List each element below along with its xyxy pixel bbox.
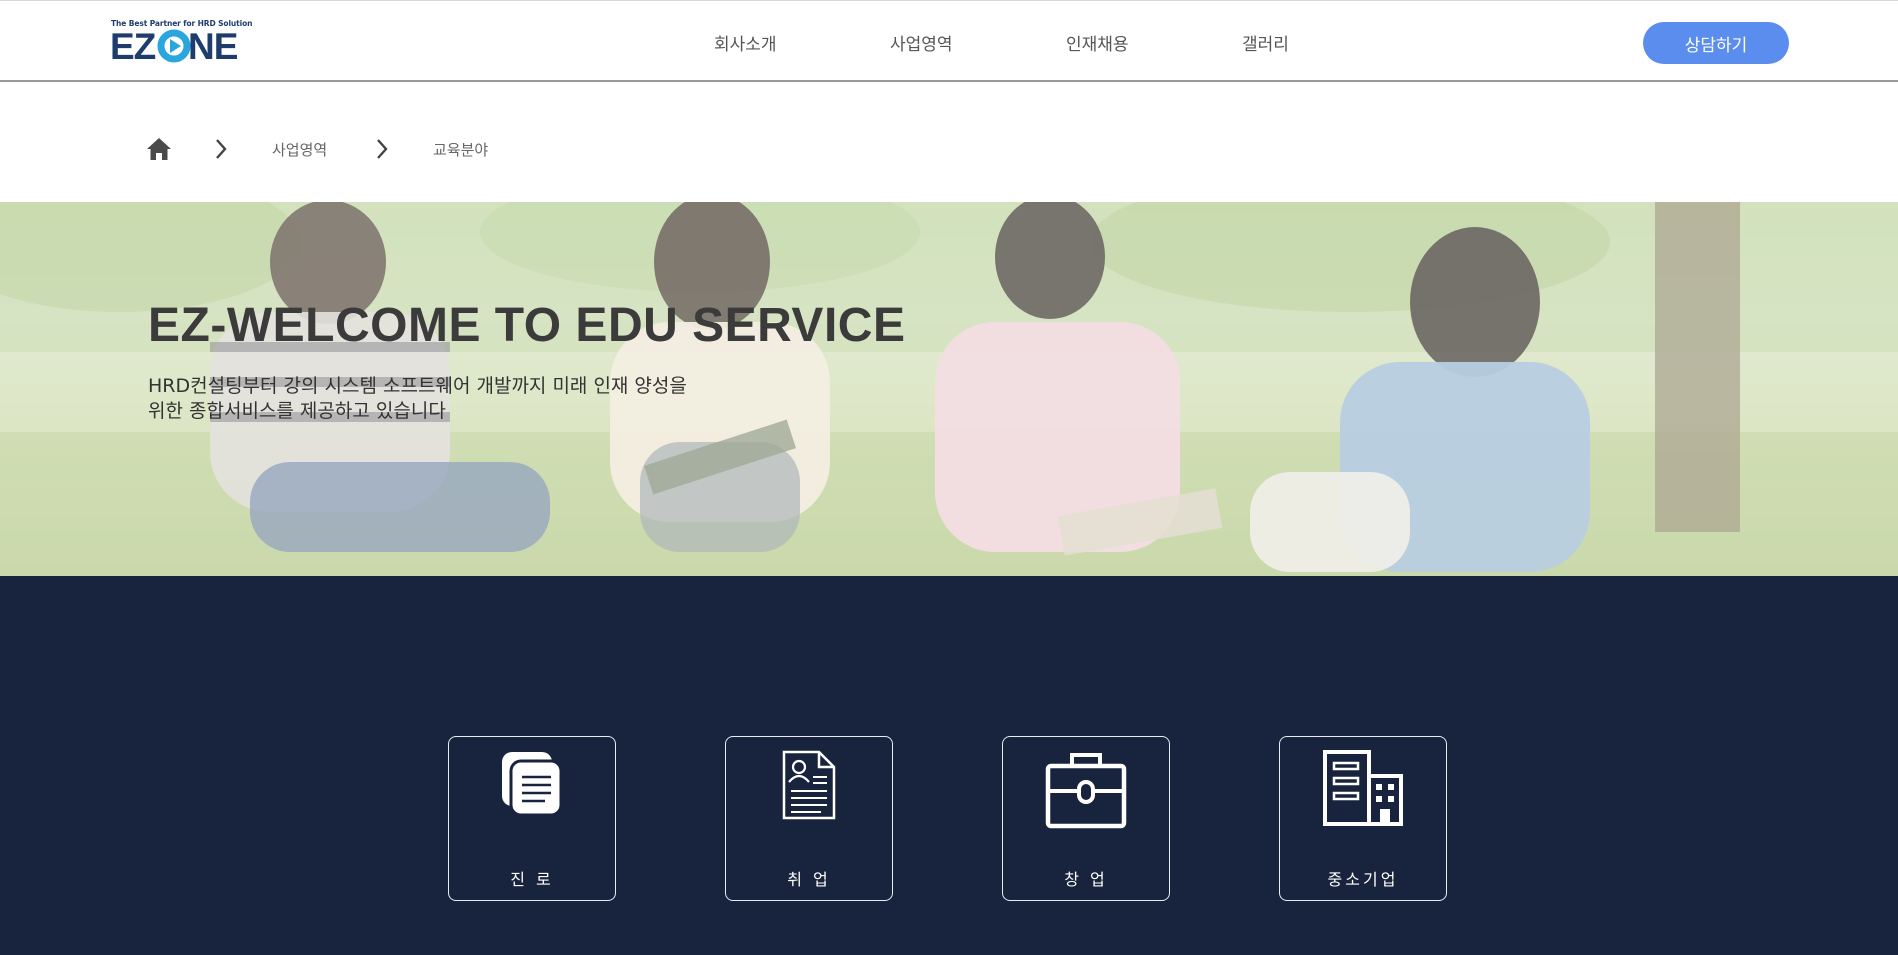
- site-header: The Best Partner for HRD Solution EZ NE …: [0, 0, 1898, 82]
- chevron-right-icon: [216, 139, 227, 159]
- chevron-right-icon: [377, 139, 388, 159]
- breadcrumb-item-education[interactable]: 교육분야: [433, 139, 488, 160]
- service-label: 취 업: [787, 870, 831, 889]
- breadcrumb-item-business[interactable]: 사업영역: [272, 139, 327, 160]
- logo-tagline: The Best Partner for HRD Solution: [111, 19, 253, 28]
- svg-text:NE: NE: [188, 29, 238, 63]
- svg-text:EZ: EZ: [110, 29, 156, 63]
- ezone-logo[interactable]: The Best Partner for HRD Solution EZ NE: [110, 19, 253, 65]
- service-card-startup[interactable]: 창 업: [1002, 736, 1170, 901]
- nav-gallery[interactable]: 갤러리: [1242, 30, 1289, 55]
- home-icon[interactable]: [146, 137, 172, 161]
- hero-description-line: HRD컨설팅부터 강의 시스템 소프트웨어 개발까지 미래 인재 양성을: [148, 375, 687, 397]
- logo-wordmark: EZ NE: [110, 29, 239, 63]
- buildings-icon: [1323, 750, 1403, 826]
- briefcase-icon: [1045, 753, 1127, 829]
- nav-business[interactable]: 사업영역: [890, 30, 953, 55]
- nav-recruit[interactable]: 인재채용: [1066, 30, 1129, 55]
- hero-description-line: 위한 종합서비스를 제공하고 있습니다: [148, 400, 446, 422]
- service-label: 창 업: [1064, 870, 1108, 889]
- resume-icon: [782, 750, 836, 820]
- breadcrumb: 사업영역 교육분야: [0, 82, 1898, 202]
- service-label: 중소기업: [1327, 870, 1399, 889]
- consult-button[interactable]: 상담하기: [1643, 22, 1789, 64]
- hero-title: EZ-WELCOME TO EDU SERVICE: [148, 299, 906, 352]
- hero-banner: EZ-WELCOME TO EDU SERVICE HRD컨설팅부터 강의 시스…: [0, 202, 1898, 576]
- nav-company[interactable]: 회사소개: [714, 30, 777, 55]
- service-label: 진 로: [510, 870, 554, 889]
- service-card-sme[interactable]: 중소기업: [1279, 736, 1447, 901]
- hero-description: HRD컨설팅부터 강의 시스템 소프트웨어 개발까지 미래 인재 양성을 위한 …: [148, 374, 768, 424]
- services-section: 진 로 취 업 창 업 중소기업: [0, 576, 1898, 955]
- service-card-career[interactable]: 진 로: [448, 736, 616, 901]
- service-card-employment[interactable]: 취 업: [725, 736, 893, 901]
- documents-icon: [502, 752, 563, 817]
